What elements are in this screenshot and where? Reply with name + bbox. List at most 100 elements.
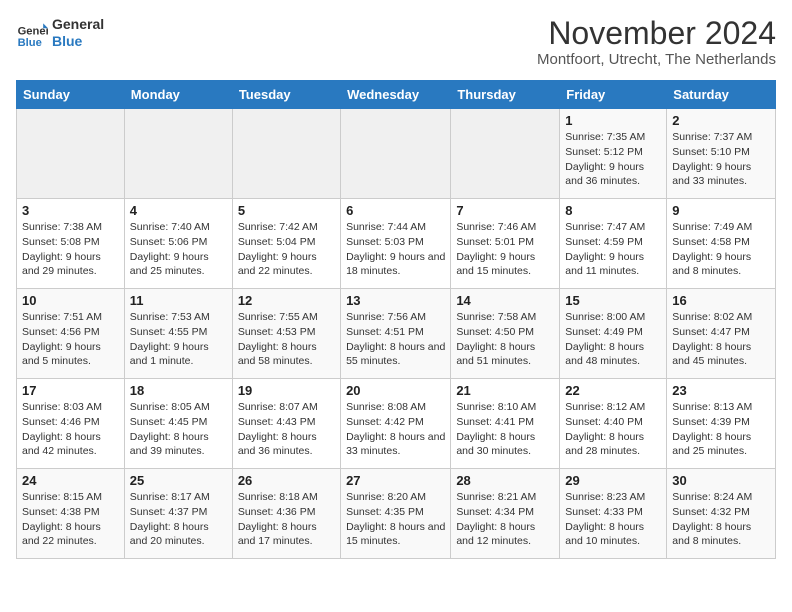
day-info: Sunrise: 7:44 AM Sunset: 5:03 PM Dayligh… (346, 220, 445, 279)
day-number: 7 (456, 203, 554, 218)
day-number: 17 (22, 383, 119, 398)
day-number: 3 (22, 203, 119, 218)
day-info: Sunrise: 7:51 AM Sunset: 4:56 PM Dayligh… (22, 310, 119, 369)
day-cell-1: 1Sunrise: 7:35 AM Sunset: 5:12 PM Daylig… (560, 109, 667, 199)
title-area: November 2024 Montfoort, Utrecht, The Ne… (537, 16, 776, 68)
day-info: Sunrise: 7:46 AM Sunset: 5:01 PM Dayligh… (456, 220, 554, 279)
day-info: Sunrise: 7:56 AM Sunset: 4:51 PM Dayligh… (346, 310, 445, 369)
day-cell-26: 26 Sunrise: 8:18 AM Sunset: 4:36 PM Dayli… (232, 469, 340, 559)
day-info: Sunrise: 8:20 AM Sunset: 4:35 PM Dayligh… (346, 490, 445, 549)
week-row-3: 10 Sunrise: 7:51 AM Sunset: 4:56 PM Dayli… (17, 289, 776, 379)
day-cell-3: 3 Sunrise: 7:38 AM Sunset: 5:08 PM Daylig… (17, 199, 125, 289)
main-title: November 2024 (537, 16, 776, 51)
empty-cell (341, 109, 451, 199)
day-number: 11 (130, 293, 227, 308)
day-cell-2: 2Sunrise: 7:37 AM Sunset: 5:10 PM Daylig… (667, 109, 776, 199)
empty-cell (232, 109, 340, 199)
subtitle: Montfoort, Utrecht, The Netherlands (537, 51, 776, 68)
day-info: Sunrise: 8:18 AM Sunset: 4:36 PM Dayligh… (238, 490, 335, 549)
day-info: Sunrise: 7:53 AM Sunset: 4:55 PM Dayligh… (130, 310, 227, 369)
day-number: 29 (565, 473, 661, 488)
day-info: Sunrise: 7:38 AM Sunset: 5:08 PM Dayligh… (22, 220, 119, 279)
day-number: 27 (346, 473, 445, 488)
day-cell-25: 25 Sunrise: 8:17 AM Sunset: 4:37 PM Dayli… (124, 469, 232, 559)
day-info: Sunrise: 7:49 AM Sunset: 4:58 PM Dayligh… (672, 220, 770, 279)
day-info: Sunrise: 8:08 AM Sunset: 4:42 PM Dayligh… (346, 400, 445, 459)
weekday-header-row: SundayMondayTuesdayWednesdayThursdayFrid… (17, 81, 776, 109)
day-number: 6 (346, 203, 445, 218)
day-cell-15: 15Sunrise: 8:00 AM Sunset: 4:49 PM Dayli… (560, 289, 667, 379)
day-number: 22 (565, 383, 661, 398)
day-number: 2 (672, 113, 770, 128)
day-cell-4: 4Sunrise: 7:40 AM Sunset: 5:06 PM Daylig… (124, 199, 232, 289)
day-number: 25 (130, 473, 227, 488)
weekday-header-sunday: Sunday (17, 81, 125, 109)
day-number: 1 (565, 113, 661, 128)
day-info: Sunrise: 7:55 AM Sunset: 4:53 PM Dayligh… (238, 310, 335, 369)
day-info: Sunrise: 8:21 AM Sunset: 4:34 PM Dayligh… (456, 490, 554, 549)
day-cell-11: 11 Sunrise: 7:53 AM Sunset: 4:55 PM Dayli… (124, 289, 232, 379)
day-number: 5 (238, 203, 335, 218)
logo: General Blue General Blue (16, 16, 104, 50)
day-cell-27: 27 Sunrise: 8:20 AM Sunset: 4:35 PM Dayli… (341, 469, 451, 559)
day-cell-30: 30Sunrise: 8:24 AM Sunset: 4:32 PM Dayli… (667, 469, 776, 559)
weekday-header-wednesday: Wednesday (341, 81, 451, 109)
day-info: Sunrise: 8:12 AM Sunset: 4:40 PM Dayligh… (565, 400, 661, 459)
day-cell-12: 12 Sunrise: 7:55 AM Sunset: 4:53 PM Dayli… (232, 289, 340, 379)
day-number: 24 (22, 473, 119, 488)
day-cell-10: 10 Sunrise: 7:51 AM Sunset: 4:56 PM Dayli… (17, 289, 125, 379)
day-cell-13: 13 Sunrise: 7:56 AM Sunset: 4:51 PM Dayli… (341, 289, 451, 379)
weekday-header-friday: Friday (560, 81, 667, 109)
day-number: 28 (456, 473, 554, 488)
day-number: 21 (456, 383, 554, 398)
day-cell-17: 17 Sunrise: 8:03 AM Sunset: 4:46 PM Dayli… (17, 379, 125, 469)
day-info: Sunrise: 7:47 AM Sunset: 4:59 PM Dayligh… (565, 220, 661, 279)
week-row-5: 24 Sunrise: 8:15 AM Sunset: 4:38 PM Dayli… (17, 469, 776, 559)
weekday-header-saturday: Saturday (667, 81, 776, 109)
day-info: Sunrise: 8:24 AM Sunset: 4:32 PM Dayligh… (672, 490, 770, 549)
day-number: 23 (672, 383, 770, 398)
day-cell-7: 7 Sunrise: 7:46 AM Sunset: 5:01 PM Daylig… (451, 199, 560, 289)
day-number: 20 (346, 383, 445, 398)
day-info: Sunrise: 8:02 AM Sunset: 4:47 PM Dayligh… (672, 310, 770, 369)
day-cell-14: 14Sunrise: 7:58 AM Sunset: 4:50 PM Dayli… (451, 289, 560, 379)
day-number: 10 (22, 293, 119, 308)
day-cell-9: 9 Sunrise: 7:49 AM Sunset: 4:58 PM Daylig… (667, 199, 776, 289)
calendar-table: SundayMondayTuesdayWednesdayThursdayFrid… (16, 80, 776, 559)
weekday-header-tuesday: Tuesday (232, 81, 340, 109)
day-number: 26 (238, 473, 335, 488)
day-info: Sunrise: 8:05 AM Sunset: 4:45 PM Dayligh… (130, 400, 227, 459)
day-number: 19 (238, 383, 335, 398)
day-number: 4 (130, 203, 227, 218)
day-number: 13 (346, 293, 445, 308)
day-number: 18 (130, 383, 227, 398)
day-cell-28: 28 Sunrise: 8:21 AM Sunset: 4:34 PM Dayli… (451, 469, 560, 559)
svg-text:Blue: Blue (18, 37, 42, 49)
day-cell-19: 19Sunrise: 8:07 AM Sunset: 4:43 PM Dayli… (232, 379, 340, 469)
day-cell-29: 29 Sunrise: 8:23 AM Sunset: 4:33 PM Dayli… (560, 469, 667, 559)
day-info: Sunrise: 7:58 AM Sunset: 4:50 PM Dayligh… (456, 310, 554, 369)
week-row-2: 3 Sunrise: 7:38 AM Sunset: 5:08 PM Daylig… (17, 199, 776, 289)
day-number: 9 (672, 203, 770, 218)
day-info: Sunrise: 8:15 AM Sunset: 4:38 PM Dayligh… (22, 490, 119, 549)
day-cell-18: 18 Sunrise: 8:05 AM Sunset: 4:45 PM Dayli… (124, 379, 232, 469)
weekday-header-monday: Monday (124, 81, 232, 109)
day-cell-22: 22 Sunrise: 8:12 AM Sunset: 4:40 PM Dayli… (560, 379, 667, 469)
day-info: Sunrise: 8:23 AM Sunset: 4:33 PM Dayligh… (565, 490, 661, 549)
day-info: Sunrise: 7:42 AM Sunset: 5:04 PM Dayligh… (238, 220, 335, 279)
day-cell-6: 6 Sunrise: 7:44 AM Sunset: 5:03 PM Daylig… (341, 199, 451, 289)
logo-text: General Blue (52, 16, 104, 50)
day-info: Sunrise: 8:03 AM Sunset: 4:46 PM Dayligh… (22, 400, 119, 459)
day-cell-23: 23Sunrise: 8:13 AM Sunset: 4:39 PM Dayli… (667, 379, 776, 469)
header: General Blue General Blue November 2024 … (16, 16, 776, 68)
day-cell-21: 21Sunrise: 8:10 AM Sunset: 4:41 PM Dayli… (451, 379, 560, 469)
day-number: 12 (238, 293, 335, 308)
day-info: Sunrise: 8:17 AM Sunset: 4:37 PM Dayligh… (130, 490, 227, 549)
day-cell-16: 16Sunrise: 8:02 AM Sunset: 4:47 PM Dayli… (667, 289, 776, 379)
day-cell-5: 5 Sunrise: 7:42 AM Sunset: 5:04 PM Daylig… (232, 199, 340, 289)
empty-cell (451, 109, 560, 199)
week-row-4: 17 Sunrise: 8:03 AM Sunset: 4:46 PM Dayli… (17, 379, 776, 469)
empty-cell (17, 109, 125, 199)
logo-icon: General Blue (16, 17, 48, 49)
day-cell-20: 20 Sunrise: 8:08 AM Sunset: 4:42 PM Dayli… (341, 379, 451, 469)
